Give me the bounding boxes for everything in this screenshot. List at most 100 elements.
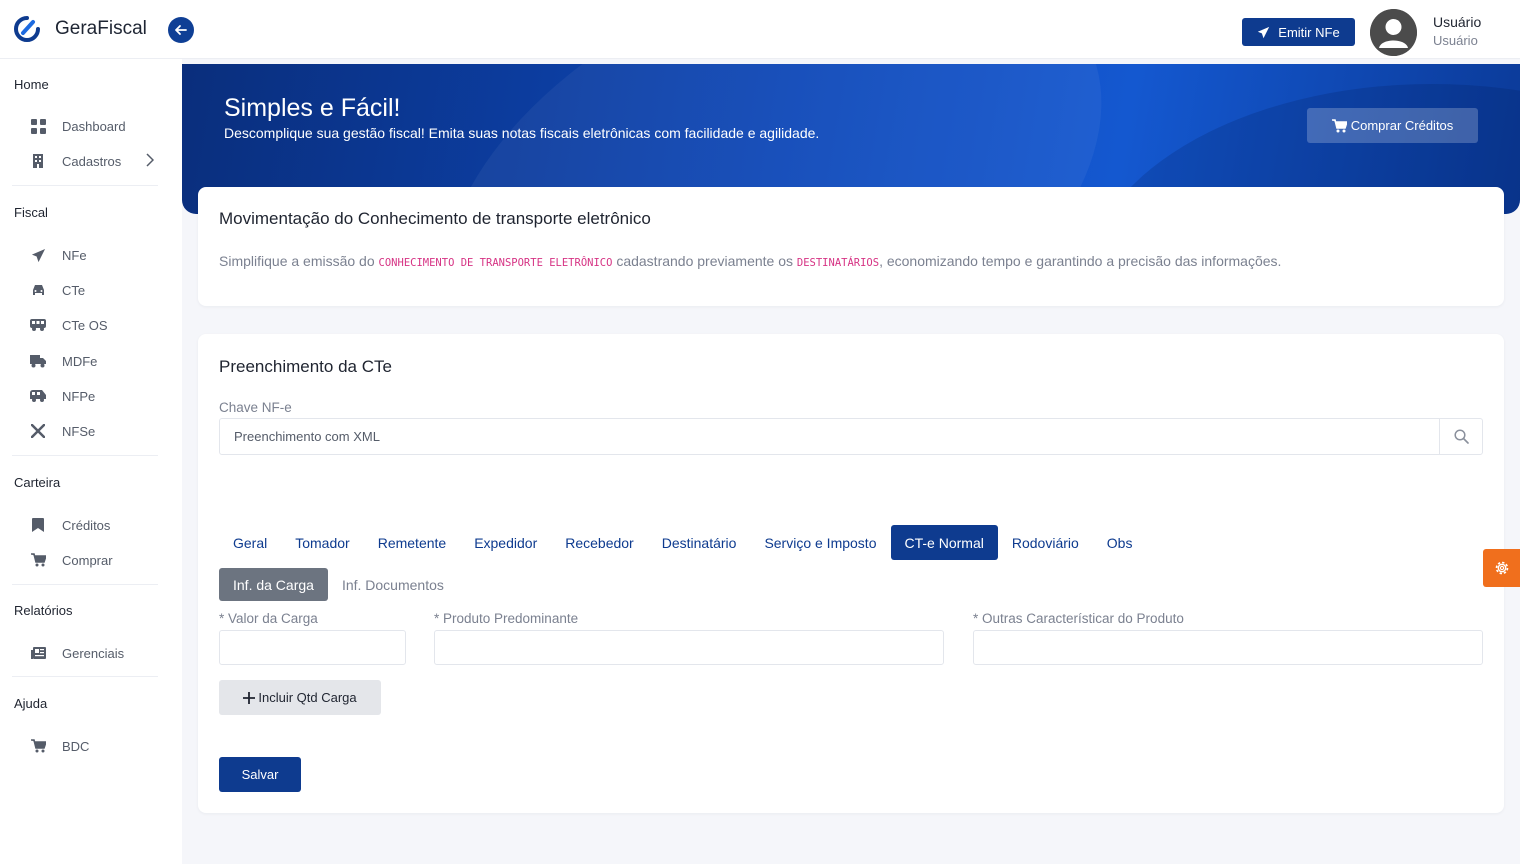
sidebar-item-label: CTe OS <box>62 317 108 333</box>
cart-icon <box>30 552 46 568</box>
gerafiscal-logo-icon <box>14 16 40 42</box>
search-icon <box>1453 429 1469 444</box>
dashboard-icon <box>30 118 46 134</box>
bus-icon <box>30 317 46 333</box>
valor-da-carga-label: * Valor da Carga <box>219 611 318 626</box>
intro-title: Movimentação do Conhecimento de transpor… <box>219 209 651 228</box>
divider <box>12 584 158 585</box>
intro-card: Movimentação do Conhecimento de transpor… <box>198 187 1504 306</box>
chave-nfe-label: Chave NF-e <box>219 400 292 415</box>
chevron-right-icon <box>146 153 154 167</box>
sidebar: Home Dashboard Cadastros Fiscal NFe CTe … <box>0 59 182 864</box>
tab-rodoviario[interactable]: Rodoviário <box>998 525 1093 560</box>
settings-button[interactable] <box>1483 549 1520 587</box>
brand[interactable]: GeraFiscal <box>14 16 147 42</box>
add-qtd-carga-label: Incluir Qtd Carga <box>258 690 357 705</box>
paper-plane-icon <box>30 247 46 263</box>
sidebar-item-comprar[interactable]: Comprar <box>30 548 160 572</box>
tab-remetente[interactable]: Remetente <box>364 525 460 560</box>
outras-caracteristicas-input[interactable] <box>973 630 1483 665</box>
intro-code: DESTINATÁRIOS <box>796 257 880 269</box>
sidebar-item-nfpe[interactable]: NFPe <box>30 384 160 408</box>
produto-predominante-label: * Produto Predominante <box>434 611 579 626</box>
sidebar-item-label: NFPe <box>62 388 96 404</box>
user-name[interactable]: Usuário <box>1433 14 1481 30</box>
app-name: GeraFiscal <box>55 18 147 39</box>
sidebar-item-label: CTe <box>62 282 86 298</box>
user-avatar-icon <box>1370 9 1417 56</box>
sidebar-item-label: BDC <box>62 738 90 754</box>
intro-description: Simplifique a emissão do CONHECIMENTO DE… <box>219 253 1281 269</box>
divider <box>12 455 158 456</box>
chave-nfe-field <box>219 418 1483 455</box>
intro-code: CONHECIMENTO DE TRANSPORTE ELETRÔNICO <box>378 257 613 269</box>
sidebar-item-label: NFe <box>62 247 87 263</box>
intro-text: Simplifique a emissão do <box>219 253 379 269</box>
sidebar-item-nfse[interactable]: NFSe <box>30 419 160 443</box>
van-icon <box>30 388 46 404</box>
divider <box>12 185 158 186</box>
newspaper-icon <box>30 645 46 661</box>
sidebar-section-carteira: Carteira <box>14 475 61 490</box>
sidebar-item-gerenciais[interactable]: Gerenciais <box>30 641 160 665</box>
emit-nfe-button[interactable]: Emitir NFe <box>1242 18 1355 46</box>
banner-title: Simples e Fácil! <box>224 94 401 122</box>
tab-destinatario[interactable]: Destinatário <box>648 525 751 560</box>
form-title: Preenchimento da CTe <box>219 357 392 376</box>
intro-text: , economizando tempo e garantindo a prec… <box>879 253 1282 269</box>
paper-plane-icon <box>1258 26 1270 38</box>
tab-obs[interactable]: Obs <box>1093 525 1147 560</box>
subtab-inf-da-carga[interactable]: Inf. da Carga <box>219 568 328 601</box>
add-qtd-carga-button[interactable]: Incluir Qtd Carga <box>219 680 381 715</box>
form-tabs: Geral Tomador Remetente Expedidor Recebe… <box>219 525 1146 560</box>
sidebar-section-home: Home <box>14 77 49 92</box>
cart-icon <box>1331 118 1347 132</box>
sidebar-item-mdfe[interactable]: MDFe <box>30 349 160 373</box>
truck-icon <box>30 353 46 369</box>
sidebar-item-nfe[interactable]: NFe <box>30 243 160 267</box>
produto-predominante-input[interactable] <box>434 630 944 665</box>
bookmark-icon <box>30 517 46 533</box>
user-role: Usuário <box>1433 33 1478 48</box>
car-icon <box>30 282 46 298</box>
divider <box>12 676 158 677</box>
sidebar-item-label: Créditos <box>62 517 111 533</box>
sidebar-section-ajuda: Ajuda <box>14 696 48 711</box>
tab-expedidor[interactable]: Expedidor <box>460 525 551 560</box>
sidebar-item-label: Comprar <box>62 552 113 568</box>
sidebar-item-bdc[interactable]: BDC <box>30 734 160 758</box>
subtab-inf-documentos[interactable]: Inf. Documentos <box>328 568 458 601</box>
valor-da-carga-input[interactable] <box>219 630 406 665</box>
avatar[interactable] <box>1370 9 1417 56</box>
sidebar-section-fiscal: Fiscal <box>14 205 48 220</box>
search-button[interactable] <box>1439 419 1482 454</box>
sidebar-item-creditos[interactable]: Créditos <box>30 513 160 537</box>
building-icon <box>30 153 46 169</box>
tab-tomador[interactable]: Tomador <box>281 525 363 560</box>
cart-icon <box>30 738 46 754</box>
sidebar-item-dashboard[interactable]: Dashboard <box>30 114 160 138</box>
buy-credits-button[interactable]: Comprar Créditos <box>1307 108 1478 143</box>
tab-recebedor[interactable]: Recebedor <box>551 525 648 560</box>
sidebar-item-cte[interactable]: CTe <box>30 278 160 302</box>
sidebar-item-label: NFSe <box>62 423 96 439</box>
gear-icon <box>1495 561 1508 575</box>
sidebar-item-label: Dashboard <box>62 118 126 134</box>
sidebar-item-cadastros[interactable]: Cadastros <box>30 149 160 173</box>
tab-geral[interactable]: Geral <box>219 525 281 560</box>
chave-nfe-input[interactable] <box>220 419 1441 454</box>
sidebar-item-label: MDFe <box>62 353 98 369</box>
save-button[interactable]: Salvar <box>219 757 301 792</box>
top-bar: GeraFiscal Emitir NFe Usuário Usuário <box>0 0 1520 59</box>
outras-caracteristicas-label: * Outras Característicar do Produto <box>973 611 1184 626</box>
buy-credits-label: Comprar Créditos <box>1350 118 1454 133</box>
sidebar-section-relatorios: Relatórios <box>14 603 73 618</box>
collapse-sidebar-button[interactable] <box>168 17 194 43</box>
plus-icon <box>243 691 256 704</box>
intro-text: cadastrando previamente os <box>612 253 797 269</box>
tab-servico-e-imposto[interactable]: Serviço e Imposto <box>750 525 890 560</box>
sidebar-item-cte-os[interactable]: CTe OS <box>30 313 160 337</box>
cte-form-card: Preenchimento da CTe Chave NF-e Geral To… <box>198 334 1504 813</box>
tab-cte-normal[interactable]: CT-e Normal <box>890 525 998 560</box>
emit-nfe-label: Emitir NFe <box>1278 24 1340 40</box>
